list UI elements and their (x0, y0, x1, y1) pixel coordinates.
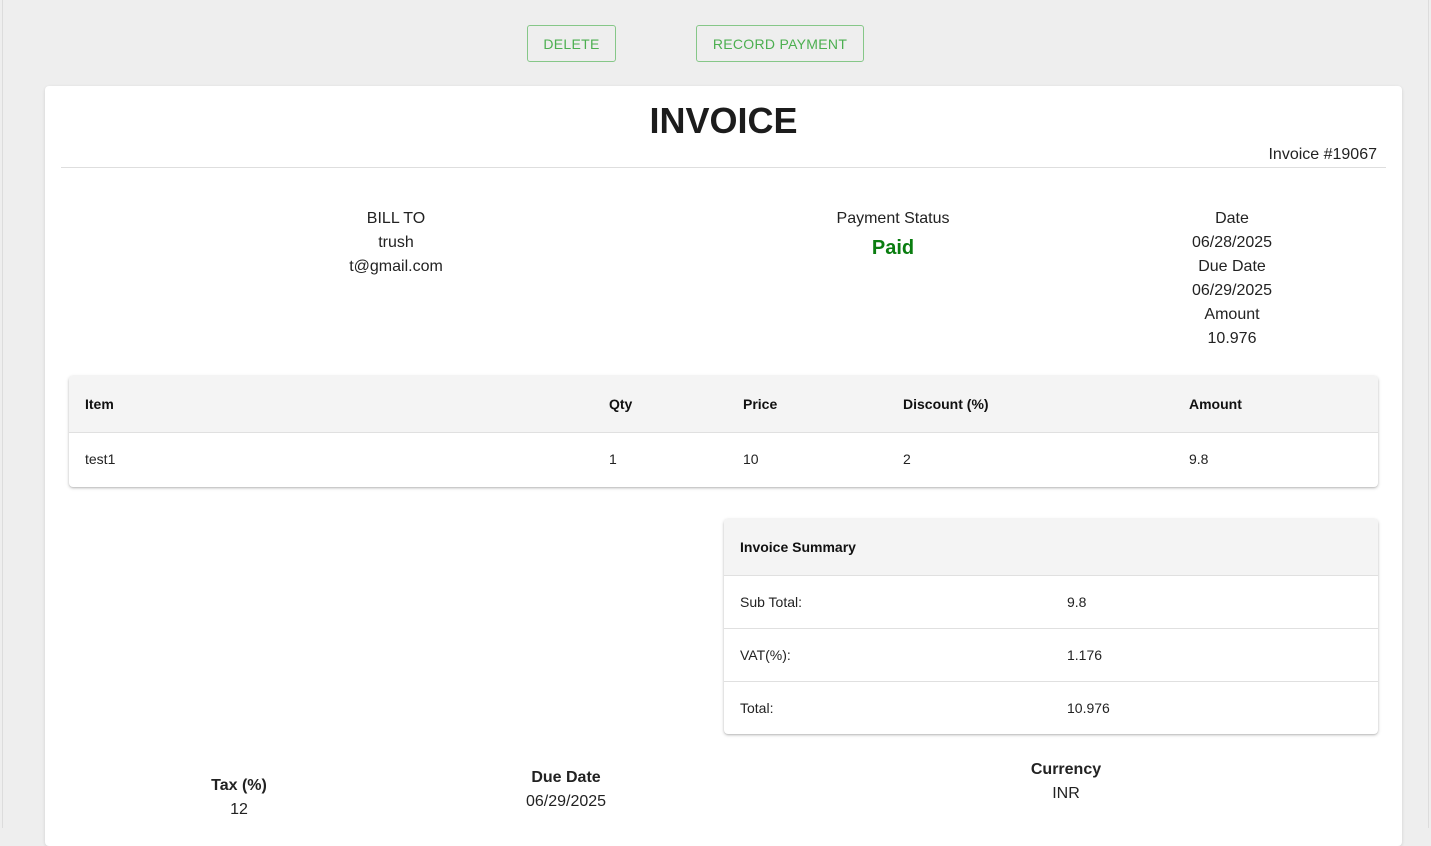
date-value: 06/28/2025 (1191, 234, 1273, 251)
payment-status-block: Payment Status Paid (793, 207, 993, 265)
invoice-paper: INVOICE Invoice #19067 BILL TO trush t@g… (45, 86, 1402, 846)
items-table-header-row: Item Qty Price Discount (%) Amount (69, 376, 1378, 432)
cell-qty: 1 (609, 451, 617, 468)
summary-value: 1.176 (1067, 647, 1103, 663)
currency-label: Currency (1030, 761, 1102, 778)
items-table: Item Qty Price Discount (%) Amount test1… (69, 376, 1378, 486)
invoice-number: Invoice #19067 (1268, 146, 1377, 163)
footer-due-date-value: 06/29/2025 (525, 793, 607, 810)
delete-button[interactable]: DELETE (527, 25, 616, 62)
currency-value: INR (1052, 785, 1080, 802)
column-header-price: Price (743, 395, 778, 412)
title-divider (61, 167, 1386, 168)
payment-status-badge: Paid (871, 237, 915, 259)
footer-due-date-label: Due Date (531, 769, 601, 786)
tax-label: Tax (%) (211, 777, 267, 794)
cell-discount: 2 (903, 451, 911, 468)
page-background: DELETE RECORD PAYMENT INVOICE Invoice #1… (2, 0, 1429, 846)
due-date-value: 06/29/2025 (1191, 282, 1273, 299)
summary-value: 9.8 (1067, 594, 1087, 610)
amount-label: Amount (1204, 306, 1260, 323)
column-header-amount: Amount (1189, 395, 1242, 412)
bill-to-name: trush (378, 234, 414, 251)
summary-label: VAT(%): (740, 647, 791, 663)
bill-to-block: BILL TO trush t@gmail.com (296, 207, 496, 279)
column-header-item: Item (85, 395, 114, 412)
amount-value: 10.976 (1207, 330, 1257, 347)
date-label: Date (1215, 210, 1249, 227)
column-header-qty: Qty (609, 395, 633, 412)
bill-to-email: t@gmail.com (349, 258, 443, 275)
record-payment-button[interactable]: RECORD PAYMENT (696, 25, 864, 62)
invoice-summary-heading: Invoice Summary (724, 519, 1378, 575)
footer-currency: Currency INR (966, 758, 1166, 806)
summary-row-total: Total: 10.976 (724, 681, 1378, 734)
tax-value: 12 (230, 801, 248, 818)
cell-amount: 9.8 (1189, 451, 1209, 468)
due-date-label: Due Date (1198, 258, 1266, 275)
summary-row-subtotal: Sub Total: 9.8 (724, 575, 1378, 628)
footer-tax: Tax (%) 12 (139, 774, 339, 822)
items-table-card: Item Qty Price Discount (%) Amount test1… (69, 376, 1378, 487)
invoice-title: INVOICE (649, 100, 798, 141)
summary-label: Sub Total: (740, 594, 803, 610)
bill-to-heading: BILL TO (366, 210, 426, 227)
payment-status-heading: Payment Status (836, 210, 950, 227)
column-header-discount: Discount (%) (903, 395, 989, 412)
footer-due-date: Due Date 06/29/2025 (466, 766, 666, 814)
cell-item: test1 (85, 451, 116, 468)
summary-row-vat: VAT(%): 1.176 (724, 628, 1378, 681)
cell-price: 10 (743, 451, 759, 468)
dates-block: Date 06/28/2025 Due Date 06/29/2025 Amou… (1132, 207, 1332, 351)
summary-value: 10.976 (1067, 700, 1110, 716)
summary-label: Total: (740, 700, 774, 716)
invoice-summary-card: Invoice Summary Sub Total: 9.8 VAT(%): 1… (724, 519, 1378, 734)
table-row: test1 1 10 2 9.8 (69, 432, 1378, 486)
